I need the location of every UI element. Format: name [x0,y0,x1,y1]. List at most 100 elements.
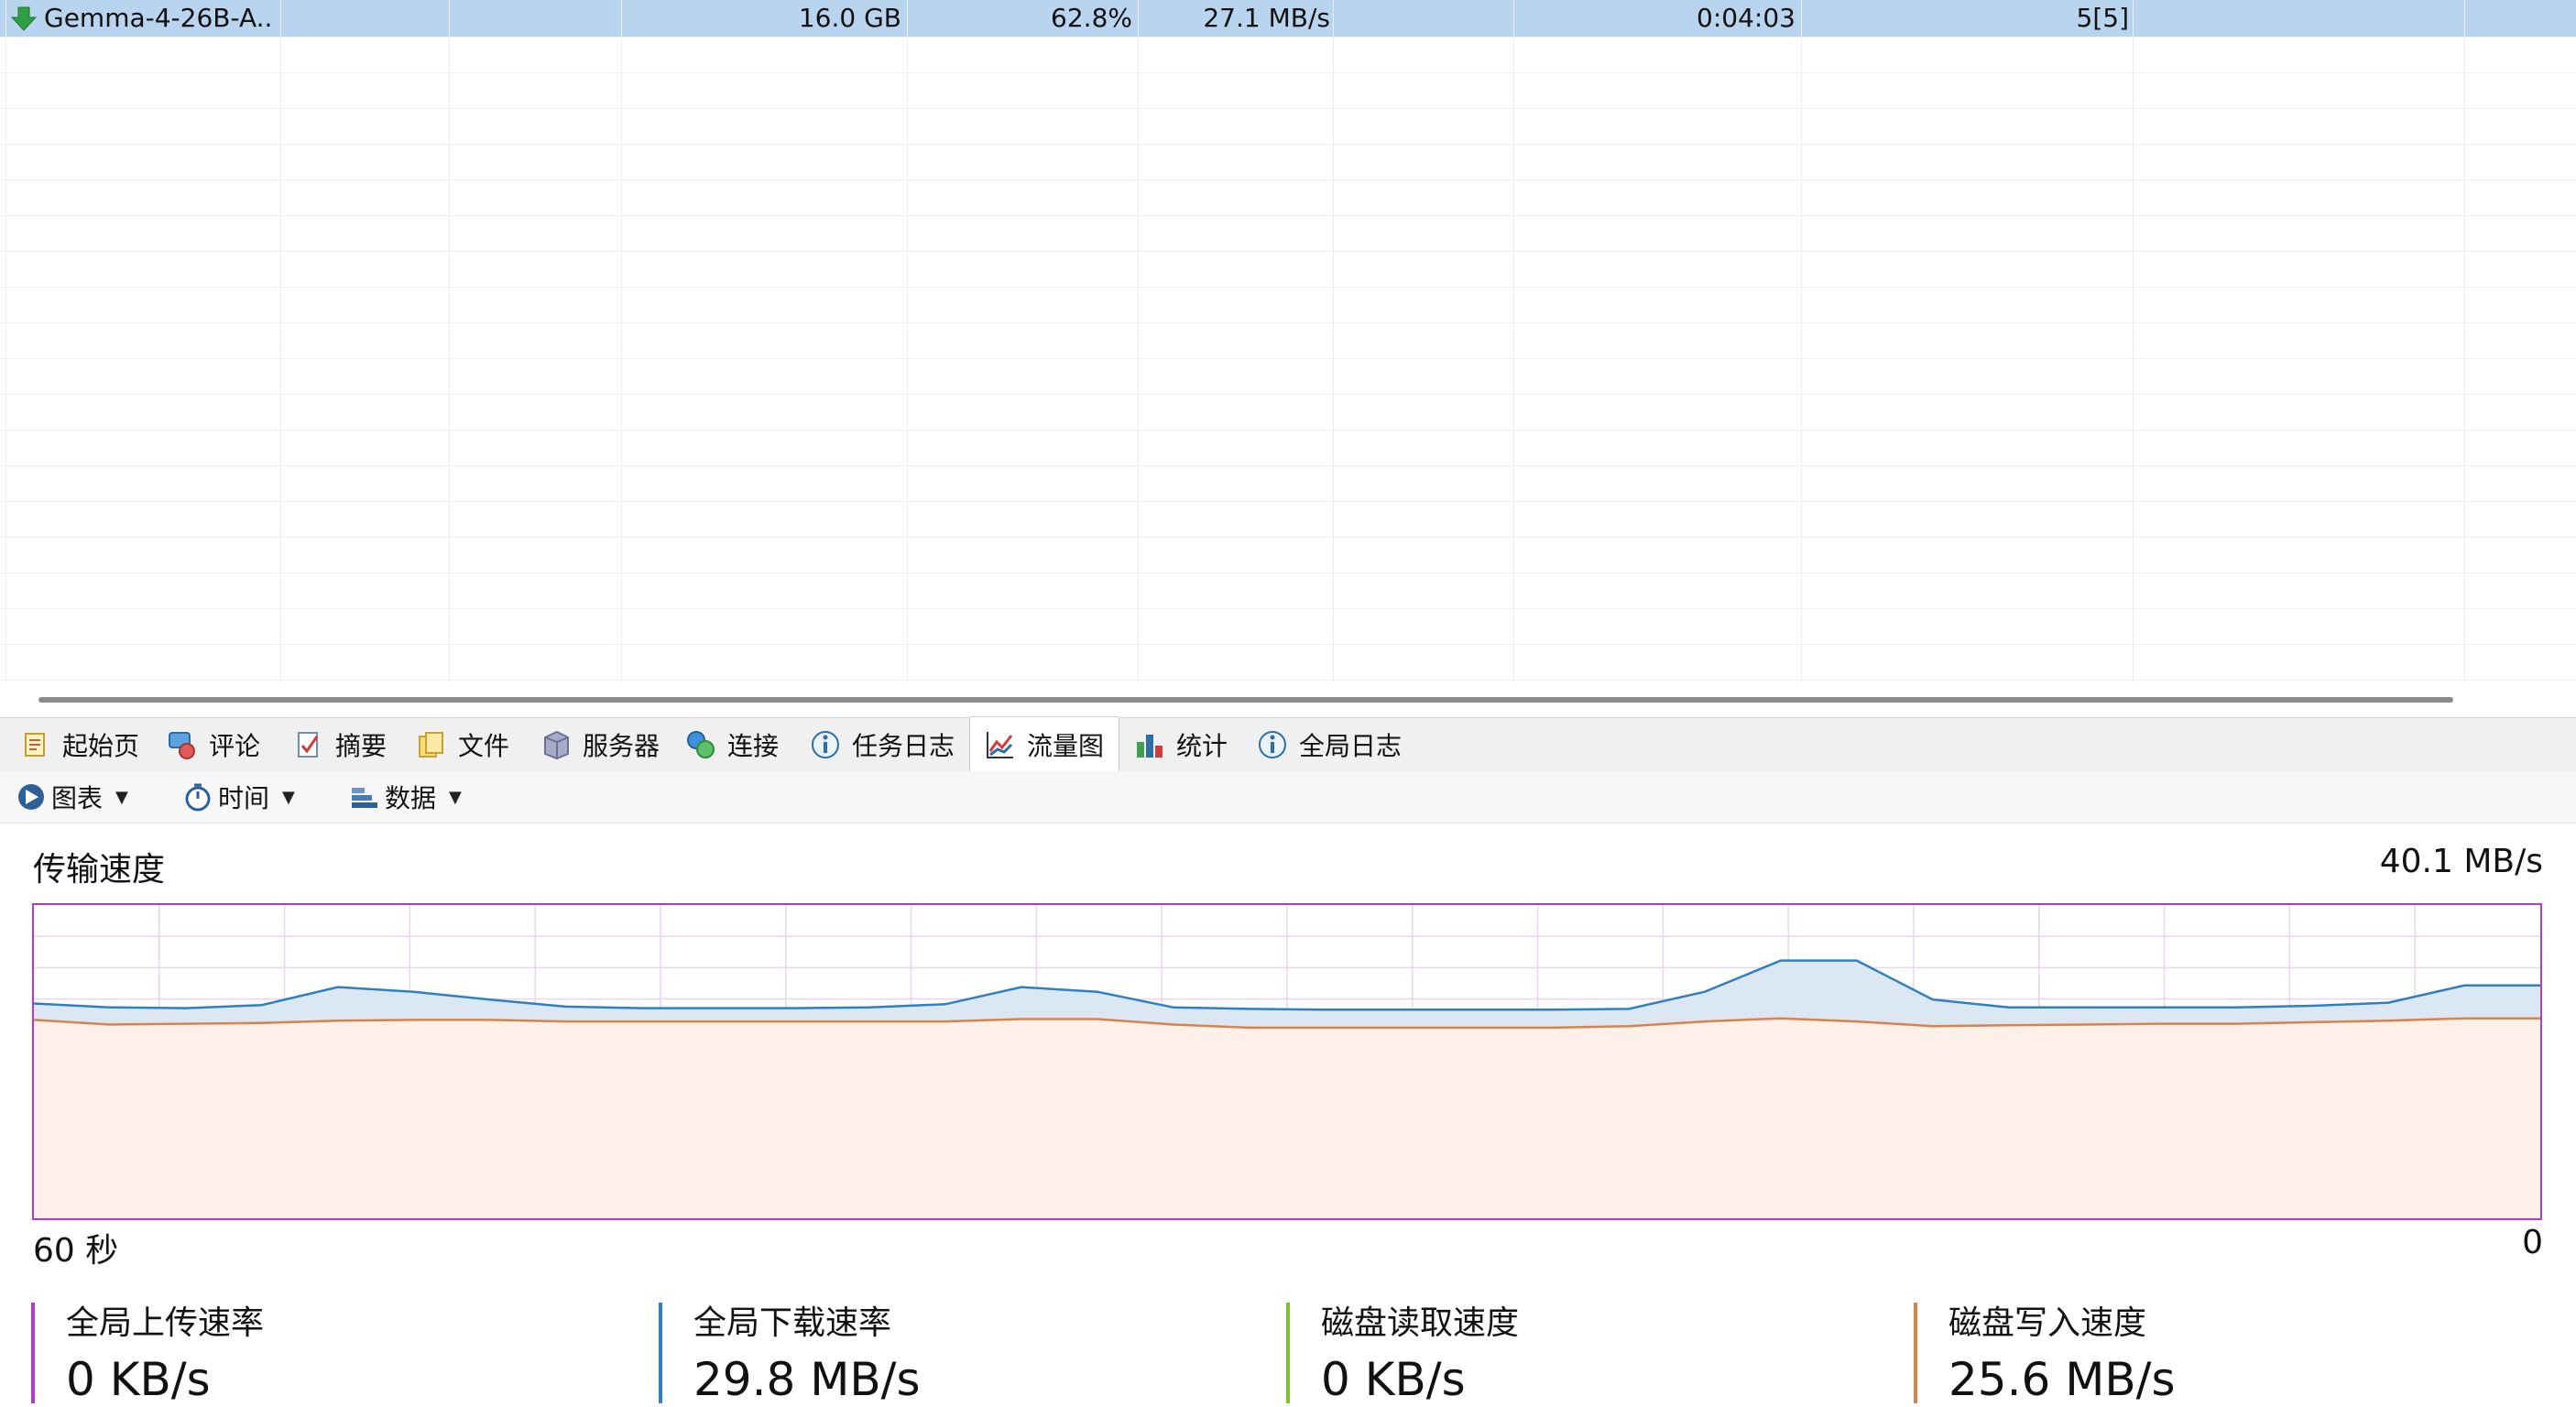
chart-dropdown-label: 图表 [51,783,104,813]
chart-canvas [34,905,2540,1218]
stat-disk-read: 磁盘读取速度 0 KB/s [1286,1303,1520,1406]
remaining-time-cell: 0:04:03 [1697,3,1796,33]
time-dropdown-label: 时间 [218,783,270,813]
chart-title: 传输速度 [33,851,166,889]
x-axis-label-right: 0 [2522,1224,2543,1261]
row-divider [0,537,2576,538]
download-list[interactable]: Gemma-4-26B-A... 16.0 GB 62.8% 27.1 MB/s… [0,0,2576,725]
stat-label: 全局上传速率 [66,1304,265,1342]
tab-global-log[interactable]: 全局日志 [1257,720,1402,769]
row-divider [0,215,2576,216]
column-divider [2133,0,2134,682]
column-divider [907,0,908,682]
tab-label: 起始页 [62,731,140,761]
tab-label: 全局日志 [1299,731,1403,761]
chevron-down-icon: ▼ [282,787,295,807]
stat-label: 全局下载速率 [693,1304,892,1342]
download-arrow-icon [10,5,38,31]
connections-cell: 5[5] [2076,3,2129,33]
tab-start-page[interactable]: 起始页 [20,720,139,769]
file-size-cell: 16.0 GB [798,3,901,33]
row-divider [0,144,2576,145]
horizontal-scrollbar[interactable] [38,697,2453,703]
tab-label: 统计 [1176,731,1228,761]
server-icon [540,729,572,760]
comment-icon [167,729,198,760]
tab-label: 任务日志 [852,731,955,761]
column-divider [1138,0,1139,682]
column-divider [5,0,6,682]
info-icon [1257,729,1288,760]
tab-label: 文件 [458,731,510,761]
stat-label: 磁盘写入速度 [1948,1304,2147,1342]
chevron-down-icon: ▼ [115,787,128,807]
x-axis-label-left: 60 秒 [33,1232,119,1270]
tab-files[interactable]: 文件 [416,720,509,769]
time-dropdown-button[interactable]: 时间 ▼ [183,777,295,817]
column-divider [1801,0,1802,682]
chart-type-icon [16,782,46,812]
tab-label: 服务器 [583,731,660,761]
transfer-speed-chart [32,903,2542,1220]
row-divider [0,287,2576,288]
chart-toolbar: 图表 ▼ 时间 ▼ 数据 ▼ [0,771,2576,823]
stat-global-download: 全局下载速率 29.8 MB/s [659,1303,921,1406]
stat-global-upload: 全局上传速率 0 KB/s [31,1303,265,1406]
stat-value: 0 KB/s [1321,1353,1466,1406]
row-divider [0,251,2576,252]
column-divider [2464,0,2465,682]
timer-icon [183,782,213,812]
column-divider [1333,0,1334,682]
stat-disk-write: 磁盘写入速度 25.6 MB/s [1914,1303,2176,1406]
chevron-down-icon: ▼ [449,787,462,807]
row-divider [0,465,2576,466]
progress-cell: 62.8% [1051,3,1132,33]
stat-value: 0 KB/s [66,1353,211,1406]
row-divider [0,322,2576,323]
tab-connections[interactable]: 连接 [685,720,779,769]
tab-task-log[interactable]: 任务日志 [810,720,955,769]
row-divider [0,358,2576,359]
chart-max-value: 40.1 MB/s [2379,843,2543,880]
data-dropdown-button[interactable]: 数据 ▼ [350,777,462,817]
row-divider [0,501,2576,502]
tab-label: 评论 [209,731,261,761]
info-icon [810,729,841,760]
line-chart-icon [985,729,1016,760]
row-divider [0,394,2576,395]
tab-label: 摘要 [335,731,387,761]
stat-value: 29.8 MB/s [693,1353,921,1406]
tab-summary[interactable]: 摘要 [293,720,387,769]
row-divider [0,72,2576,73]
chart-dropdown-button[interactable]: 图表 ▼ [16,777,128,817]
column-divider [449,0,450,682]
summary-icon [293,729,324,760]
file-name-cell: Gemma-4-26B-A... [44,3,273,33]
tab-traffic-chart[interactable]: 流量图 [969,716,1120,772]
series-area-1 [34,1018,2540,1218]
column-divider [621,0,622,682]
connection-icon [685,729,716,760]
tab-label: 连接 [727,731,780,761]
tab-statistics[interactable]: 统计 [1134,720,1228,769]
row-divider [0,430,2576,431]
data-layers-icon [350,782,379,812]
statistics-icon [1134,729,1165,760]
stat-value: 25.6 MB/s [1948,1353,2176,1406]
speed-cell: 27.1 MB/s [1203,3,1330,33]
tab-label: 流量图 [1027,731,1105,761]
row-divider [0,608,2576,609]
detail-tabs: 起始页 评论 摘要 文件 服务器 连接 任务日志 流量图 统计 全局日志 [0,716,2576,772]
row-divider [0,644,2576,645]
home-page-icon [20,729,51,760]
data-dropdown-label: 数据 [385,783,437,813]
tab-comments[interactable]: 评论 [167,720,260,769]
column-divider [280,0,281,682]
tab-servers[interactable]: 服务器 [540,720,660,769]
table-row[interactable]: Gemma-4-26B-A... 16.0 GB 62.8% 27.1 MB/s… [0,0,2576,38]
row-divider [0,108,2576,109]
stat-label: 磁盘读取速度 [1321,1304,1520,1342]
row-divider [0,680,2576,681]
column-divider [1513,0,1514,682]
row-divider [0,37,2576,38]
